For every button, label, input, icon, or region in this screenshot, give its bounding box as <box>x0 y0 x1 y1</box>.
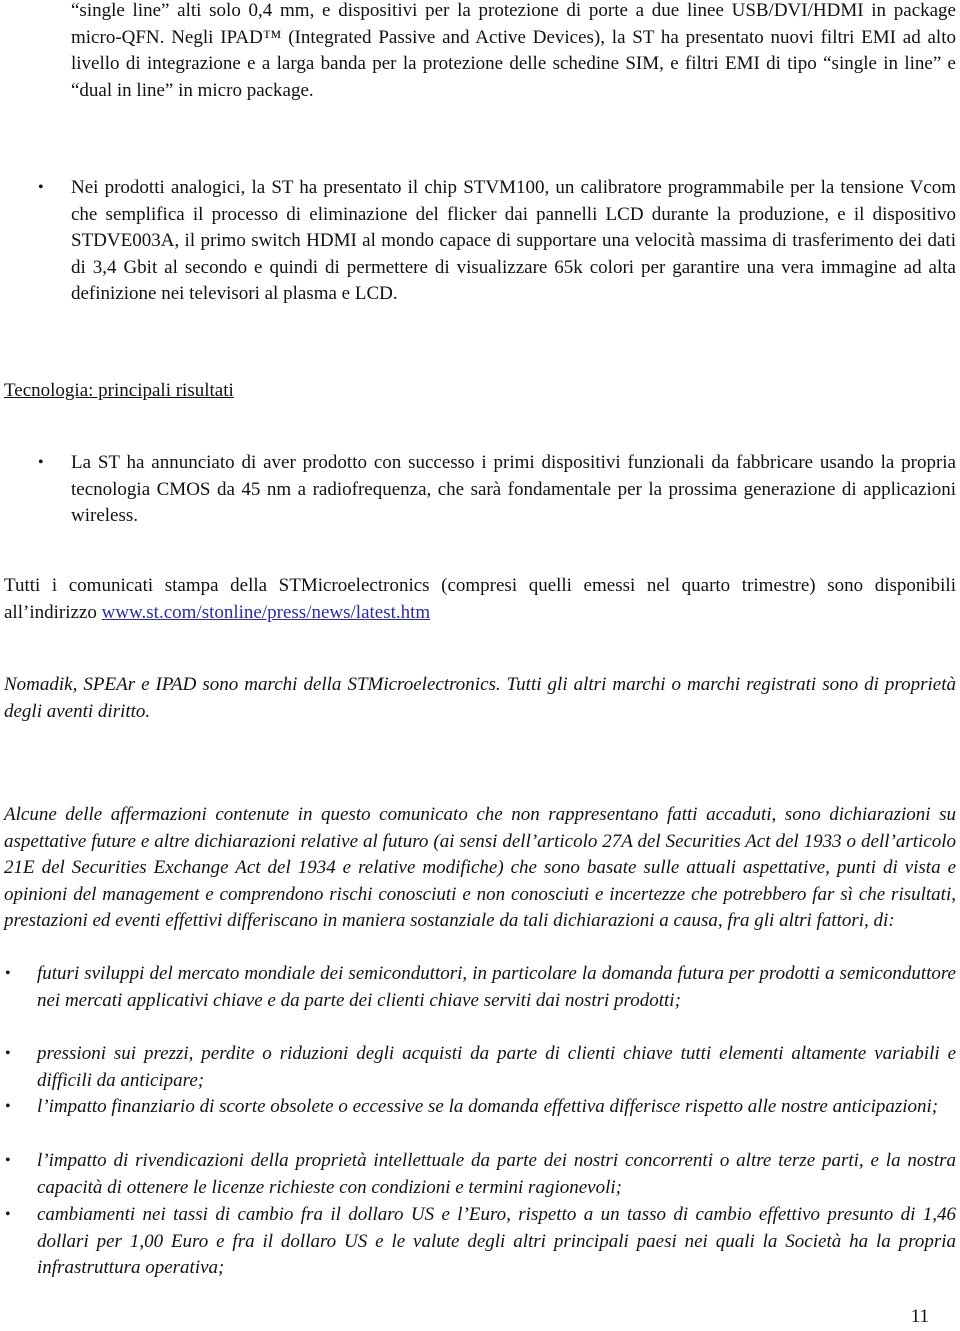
bullet-icon: • <box>5 1152 11 1169</box>
bullet-icon: • <box>5 965 11 982</box>
technology-bullet: • La ST ha annunciato di aver prodotto c… <box>38 450 956 530</box>
bullet-icon: • <box>38 179 44 196</box>
risk-factor-item: • cambiamenti nei tassi di cambio fra il… <box>5 1202 956 1282</box>
disclaimer-intro: Alcune delle affermazioni contenute in q… <box>4 804 956 931</box>
page-number: 11 <box>910 1306 929 1327</box>
bullet-icon: • <box>5 1098 11 1115</box>
risk-factor-text: l’impatto di rivendicazioni della propri… <box>37 1150 956 1198</box>
bullet-text: La ST ha annunciato di aver prodotto con… <box>71 452 956 526</box>
risk-factor-text: cambiamenti nei tassi di cambio fra il d… <box>37 1204 956 1278</box>
press-release-paragraph: Tutti i comunicati stampa della STMicroe… <box>4 573 956 626</box>
risk-factor-text: l’impatto finanziario di scorte obsolete… <box>37 1096 939 1117</box>
risk-factor-item: • l’impatto di rivendicazioni della prop… <box>5 1148 956 1201</box>
continuation-paragraph: “single line” alti solo 0,4 mm, e dispos… <box>71 0 956 101</box>
risk-factor-item: • futuri sviluppi del mercato mondiale d… <box>5 961 956 1014</box>
bullet-text: Nei prodotti analogici, la ST ha present… <box>71 177 956 304</box>
section-heading-text: Tecnologia: principali risultati <box>4 380 234 401</box>
press-release-link[interactable]: www.st.com/stonline/press/news/latest.ht… <box>102 602 431 623</box>
risk-factor-text: pressioni sui prezzi, perdite o riduzion… <box>37 1043 956 1091</box>
risk-factor-item: • l’impatto finanziario di scorte obsole… <box>5 1094 956 1121</box>
section-heading: Tecnologia: principali risultati <box>4 378 956 405</box>
risk-factor-text: futuri sviluppi del mercato mondiale dei… <box>37 963 956 1011</box>
risk-factor-item: • pressioni sui prezzi, perdite o riduzi… <box>5 1041 956 1094</box>
bullet-icon: • <box>38 454 44 471</box>
analog-products-bullet: • Nei prodotti analogici, la ST ha prese… <box>38 175 956 308</box>
bullet-icon: • <box>5 1206 11 1223</box>
trademark-note: Nomadik, SPEAr e IPAD sono marchi della … <box>4 674 956 722</box>
bullet-icon: • <box>5 1045 11 1062</box>
